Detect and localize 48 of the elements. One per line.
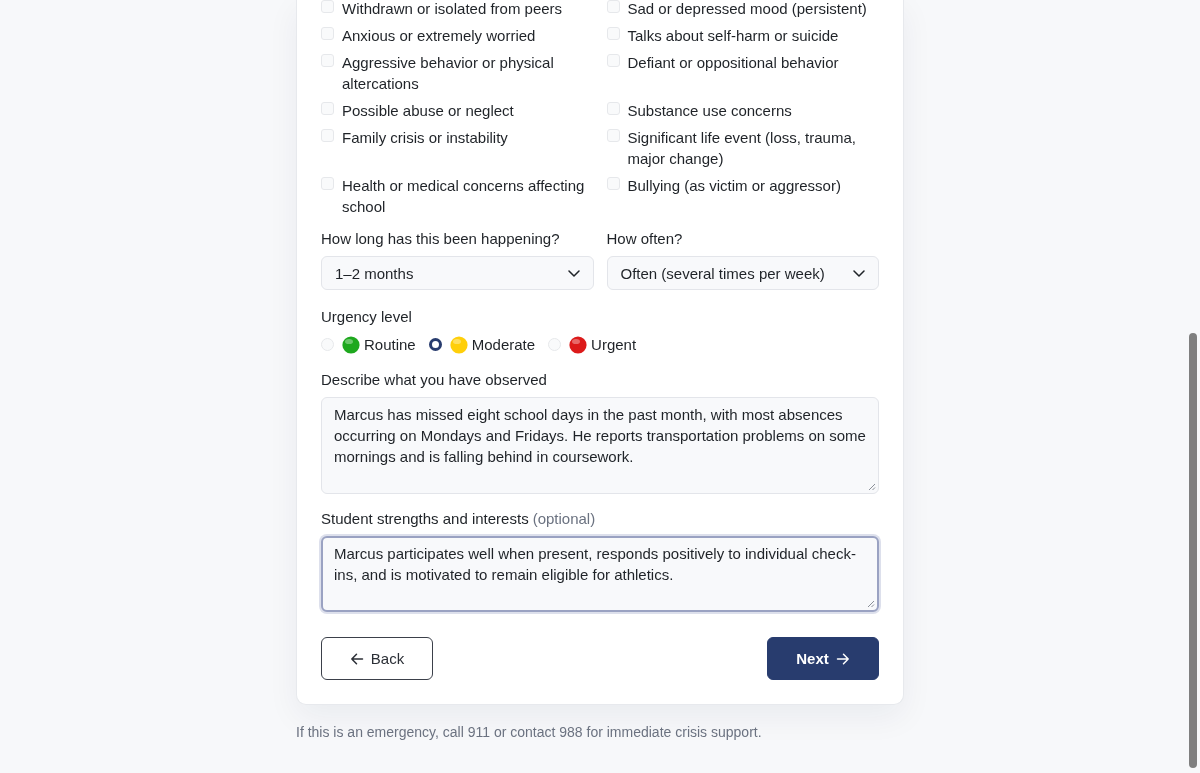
checkbox[interactable] — [606, 102, 620, 115]
scrollbar-thumb[interactable] — [1189, 333, 1197, 768]
checkbox-label: Aggressive behavior or physical altercations — [342, 53, 555, 94]
option-label: Routine — [364, 335, 416, 355]
arrow-left-icon — [349, 651, 364, 666]
checkbox-label: Substance use concerns — [627, 101, 792, 121]
checkbox-label: Defiant or oppositional behavior — [627, 53, 839, 73]
dropdown[interactable]: Often (several times per week) — [606, 256, 879, 290]
next-button[interactable]: Next — [767, 637, 879, 680]
field-label: Describe what you have observed — [321, 370, 547, 390]
checkbox[interactable] — [321, 129, 334, 142]
emergency-note: If this is an emergency, call 911 or contact 988 for immediate crisis support. — [296, 723, 763, 741]
checkbox[interactable] — [321, 0, 334, 13]
chevron-down-icon — [567, 269, 580, 277]
field-label: Student strengths and interests — [321, 509, 529, 529]
checkbox-label: Health or medical concerns affecting school — [342, 176, 586, 217]
field-label: How often? — [606, 229, 684, 249]
checkbox[interactable] — [606, 54, 620, 67]
checkbox-label: Possible abuse or neglect — [342, 101, 514, 121]
chevron-down-icon — [853, 269, 865, 277]
checkbox[interactable] — [321, 27, 334, 40]
text-area[interactable]: Marcus participates well when present, responds positively to individual check-ins, and is motivated to remain eligible for athletics. — [321, 536, 879, 612]
checkbox[interactable] — [606, 0, 620, 13]
field-label: Urgency level — [321, 307, 413, 327]
checkbox-label: Significant life event (loss, trauma, major change) — [627, 128, 857, 169]
back-button[interactable]: Back — [321, 637, 433, 680]
checkbox[interactable] — [606, 177, 620, 190]
checkbox-label: Talks about self-harm or suicide — [627, 26, 839, 46]
checkbox[interactable] — [606, 129, 620, 142]
arrow-right-icon — [835, 651, 850, 666]
resize-grip-icon[interactable] — [867, 600, 875, 608]
checkbox[interactable] — [321, 54, 334, 67]
field-label: How long has this been happening? — [321, 229, 561, 249]
checkbox-label: Family crisis or instability — [342, 128, 508, 148]
checkbox[interactable] — [606, 27, 620, 40]
checkbox-label: Bullying (as victim or aggressor) — [627, 176, 841, 196]
optional-note: (optional) — [532, 509, 596, 529]
resize-grip-icon[interactable] — [868, 483, 876, 491]
dropdown[interactable]: 1–2 months — [321, 256, 594, 290]
checkbox-label: Anxious or extremely worried — [342, 26, 536, 46]
option-label: Moderate — [471, 335, 536, 355]
text-area[interactable]: Marcus has missed eight school days in the past month, with most absences occurring on Mondays and Fridays. He reports transportation problems on some mornings and is falling behind in coursework. — [321, 397, 879, 494]
checkbox-label: Sad or depressed mood (persistent) — [627, 0, 867, 19]
checkbox-label: Withdrawn or isolated from peers — [342, 0, 563, 19]
option-label: Urgent — [591, 335, 637, 355]
checkbox[interactable] — [321, 177, 334, 190]
checkbox[interactable] — [321, 102, 334, 115]
radio-button[interactable] — [428, 338, 442, 351]
